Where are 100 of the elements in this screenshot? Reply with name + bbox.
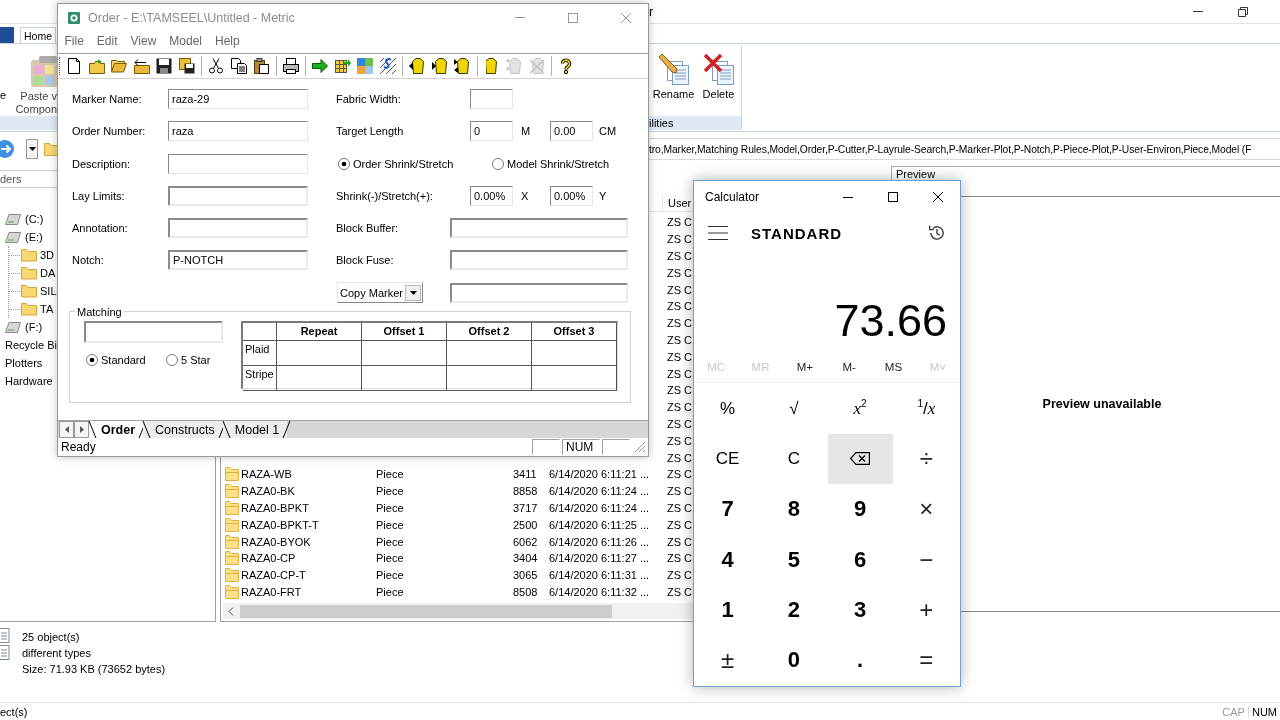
text-field[interactable] (450, 250, 628, 271)
memory-button[interactable]: MS (871, 351, 916, 382)
floppy-disk-icon (178, 58, 195, 74)
folder-icon (225, 467, 239, 482)
file-name[interactable]: RAZA-WB (241, 468, 292, 481)
sheet-tab[interactable]: Order (89, 421, 144, 438)
column-header[interactable]: User (668, 197, 692, 209)
delete-button[interactable]: Delete (697, 53, 740, 116)
folder-icon (21, 266, 37, 280)
tree-item[interactable]: TA (9, 300, 54, 318)
field-label: Shrink(-)/Stretch(+): (336, 189, 434, 202)
blank-page-icon (68, 58, 81, 74)
file-name[interactable]: RAZA0-CP-T (241, 569, 306, 582)
text-field[interactable] (450, 282, 628, 303)
menu-button[interactable] (706, 224, 730, 242)
tree-item[interactable]: SIL (9, 282, 57, 300)
menu-item[interactable]: Model (162, 34, 209, 48)
rename-button[interactable]: Rename (652, 53, 695, 116)
radio-button[interactable]: Standard (86, 353, 166, 366)
copy-marker-dropdown[interactable]: Copy Marker (337, 282, 423, 304)
folder-icon (225, 484, 239, 499)
file-name[interactable]: RAZA0-BPKT (241, 501, 309, 514)
table-cell[interactable] (532, 340, 617, 366)
dropdown-button[interactable] (26, 139, 38, 159)
file-user: ZS C (667, 535, 693, 548)
table-cell[interactable] (277, 340, 362, 366)
row-header: Stripe (243, 365, 277, 391)
file-date: 6/14/2020 6:11:21 ... (549, 468, 650, 481)
tree-item[interactable]: Hardware (0, 372, 53, 390)
drive-icon (5, 321, 21, 333)
menu-item[interactable]: Help (208, 34, 247, 48)
file-name[interactable]: RAZA0-BYOK (241, 535, 311, 548)
file-type: Piece (376, 468, 404, 481)
text-field[interactable] (470, 89, 513, 109)
radio-button[interactable]: 5 Star (166, 353, 211, 366)
tree-item[interactable]: Plotters (0, 354, 43, 372)
address-field[interactable]: tro,Marker,Matching Rules,Model,Order,P-Cutter,P-Layrule-Search,P-Marker-Plot,P-Notch,P-Piece-Plot,P-User-Environ,Piece,Model (F (649, 138, 1280, 160)
tree-item[interactable]: (F:) (0, 318, 43, 336)
memory-button[interactable]: M- (827, 351, 872, 382)
column-header: Offset 1 (362, 322, 447, 341)
text-field[interactable]: 0 (470, 121, 513, 142)
app-icon (68, 11, 80, 24)
horizontal-scrollbar[interactable] (223, 603, 693, 619)
menu-item[interactable]: Edit (90, 34, 125, 48)
file-type: Piece (376, 501, 404, 514)
file-type: Piece (376, 485, 404, 498)
menu-item[interactable]: View (124, 34, 163, 48)
file-name[interactable]: RAZA0-FRT (241, 585, 302, 598)
file-name[interactable]: RAZA0-CP (241, 552, 296, 565)
column-header: Offset 2 (447, 322, 532, 341)
table-cell[interactable] (447, 365, 532, 391)
unit-label: Y (599, 189, 607, 202)
file-name[interactable]: RAZA0-BK (241, 485, 295, 498)
file-name[interactable]: RAZA0-BPKT-T (241, 518, 319, 531)
tree-item[interactable]: (C:) (0, 210, 44, 228)
text-field[interactable]: 0.00% (470, 185, 513, 206)
radio-button[interactable]: Model Shrink/Stretch (492, 157, 610, 170)
ribbon-tab[interactable]: Home (20, 27, 56, 43)
text-field[interactable] (450, 218, 628, 239)
folder-icon (225, 534, 239, 549)
text-field[interactable] (168, 153, 308, 174)
file-user: ZS C (667, 485, 693, 498)
menu-item[interactable]: File (58, 34, 91, 48)
sheet-tab[interactable]: Constructs (143, 421, 223, 438)
file-size: 8858 (513, 485, 538, 498)
file-user: ZS C (667, 417, 693, 430)
table-cell[interactable] (277, 365, 362, 391)
sheet-tab[interactable]: Model 1 (222, 421, 288, 438)
tree-item[interactable]: DA (9, 264, 56, 282)
text-field[interactable] (168, 218, 308, 239)
text-field[interactable]: raza-29 (168, 89, 308, 109)
text-field[interactable]: raza (168, 121, 308, 142)
scroll-right-button[interactable] (74, 421, 89, 438)
memory-button[interactable]: M+ (782, 351, 827, 382)
garment-cross-icon (528, 58, 545, 74)
table-cell[interactable] (532, 365, 617, 391)
file-user: ZS C (667, 451, 693, 464)
table-cell[interactable] (362, 365, 447, 391)
file-size: 2500 (513, 518, 538, 531)
text-field[interactable] (168, 185, 308, 206)
text-field[interactable]: P-NOTCH (168, 250, 308, 271)
text-field[interactable] (84, 320, 223, 343)
text-field[interactable]: 0.00% (550, 185, 593, 206)
details-text: 25 object(s) (22, 630, 81, 645)
radio-button[interactable]: Order Shrink/Stretch (338, 157, 492, 170)
text-field[interactable]: 0.00 (550, 121, 593, 142)
tree-item[interactable]: (E:) (0, 228, 43, 246)
file-date: 6/14/2020 6:11:24 ... (549, 485, 650, 498)
table-cell[interactable] (447, 340, 532, 366)
paste-button[interactable]: Paste v Compon (11, 55, 57, 116)
table-cell[interactable] (362, 340, 447, 366)
tree-item[interactable]: 3D (9, 246, 55, 264)
unit-label: CM (599, 125, 617, 138)
file-user: ZS C (667, 401, 693, 414)
tree-item[interactable]: Recycle Bi (0, 336, 57, 354)
maximize-icon (887, 192, 898, 202)
file-size: 3404 (513, 552, 538, 565)
scroll-left-button[interactable] (59, 421, 74, 438)
file-user: ZS C (667, 317, 693, 330)
backspace-key[interactable] (827, 434, 893, 484)
